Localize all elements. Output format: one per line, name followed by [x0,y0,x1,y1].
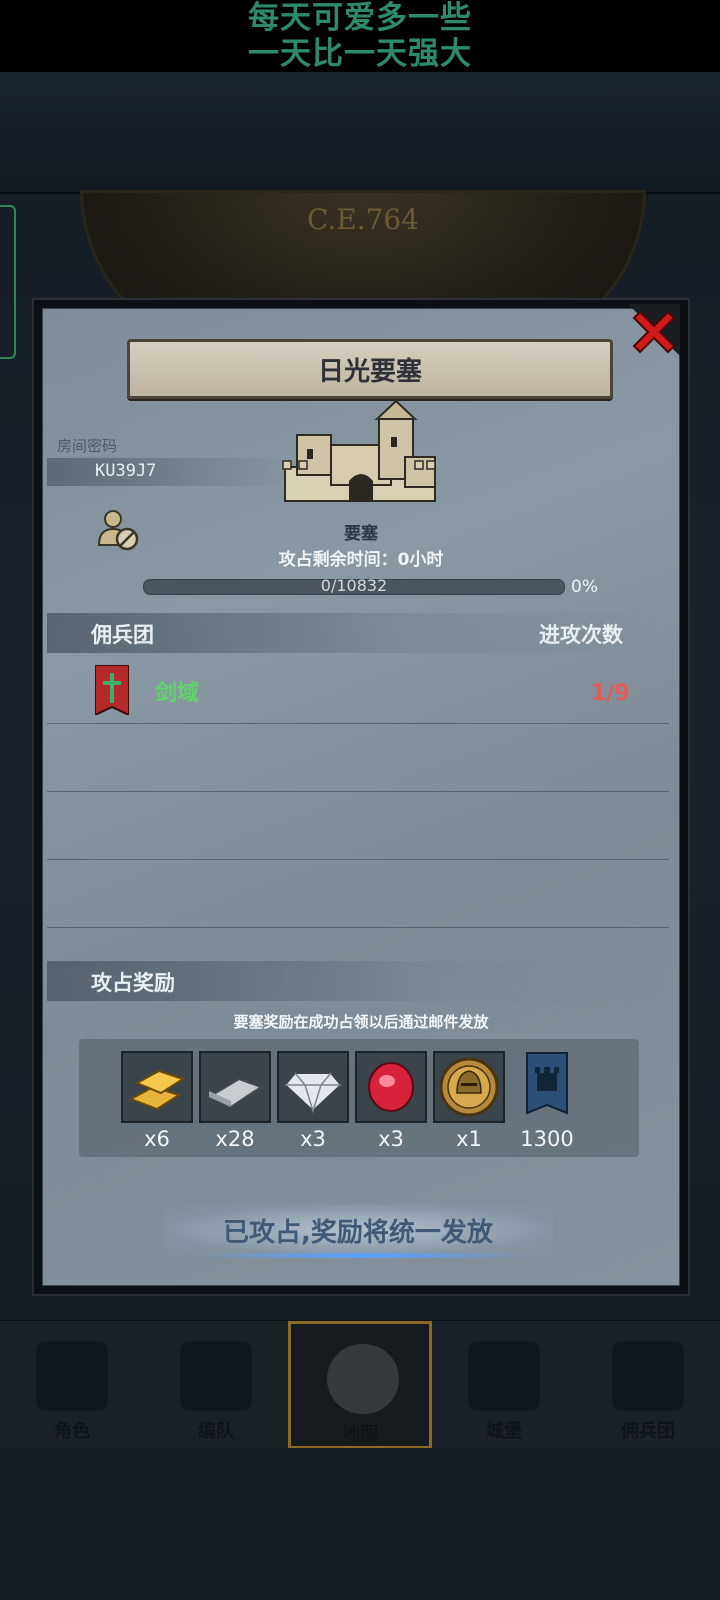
tab-label: 地图 [342,1424,378,1445]
room-code-strip [47,458,287,486]
reward-item: x3 [277,1051,349,1151]
attack-count-header: 进攻次数 [539,623,623,647]
reward-quantity: x6 [144,1127,170,1151]
tab-label: 城堡 [486,1421,522,1442]
castle-banner-icon[interactable] [511,1051,583,1123]
list-divider [47,791,669,792]
map-compass-icon [327,1344,399,1414]
bottom-navigation: 角色 编队 地图 城堡 佣兵团 [0,1320,720,1449]
room-password-value: KU39J7 [95,461,157,481]
ruby-icon[interactable] [355,1051,427,1123]
reward-quantity: x3 [378,1127,404,1151]
modal-title: 日光要塞 [317,356,422,387]
list-divider [47,927,669,928]
diamond-icon[interactable] [277,1051,349,1123]
reward-section-title: 攻占奖励 [91,971,175,995]
left-side-tab[interactable] [0,205,16,359]
fortress-type: 要塞 [344,524,378,544]
reward-item: x28 [199,1051,271,1151]
bottom-filler [0,1448,720,1600]
reward-note: 要塞奖励在成功占领以后通过邮件发放 [233,1013,489,1031]
reward-item: x6 [121,1051,193,1151]
helmet-coin-icon[interactable] [433,1051,505,1123]
tab-character[interactable]: 角色 [0,1321,144,1449]
capture-progress-text: 0/10832 [320,576,388,595]
castle-icon [468,1341,540,1411]
fortress-modal: 日光要塞 房间密码 KU39J7 要塞 攻占剩余时间：0小时 0/10832 0… [32,298,690,1296]
tab-formation[interactable]: 编队 [144,1321,288,1449]
reward-panel: x6 x28 x3 x3 x1 1300 [79,1039,639,1157]
fortress-castle-icon [282,399,436,502]
tab-castle[interactable]: 城堡 [432,1321,576,1449]
modal-panel: 日光要塞 房间密码 KU39J7 要塞 攻占剩余时间：0小时 0/10832 0… [42,308,680,1286]
mercenary-section-title: 佣兵团 [91,623,154,647]
reward-quantity: x3 [300,1127,326,1151]
reward-item: x1 [433,1051,505,1151]
knight-icon [36,1341,108,1411]
mercenary-name[interactable]: 剑域 [155,675,199,707]
overlay-line-1: 每天可爱多一些 [248,0,472,36]
mercenary-banner-icon[interactable] [95,665,129,715]
list-divider [47,723,669,724]
gold-bar-icon[interactable] [121,1051,193,1123]
overlay-line-2: 一天比一天强大 [248,36,472,72]
title-plate: 日光要塞 [127,339,613,399]
helmet-icon [180,1341,252,1411]
room-password-label: 房间密码 [57,437,118,455]
capture-progress-percent: 0% [571,577,598,597]
tab-label: 编队 [198,1421,234,1442]
claim-status-label: 已攻占,奖励将统一发放 [223,1217,493,1248]
reward-quantity: 1300 [520,1127,574,1151]
tab-label: 角色 [54,1421,90,1442]
top-overlay-banner: 每天可爱多一些 一天比一天强大 [0,0,720,72]
capture-time-remaining: 攻占剩余时间：0小时 [278,550,444,570]
reward-item: 1300 [511,1051,583,1151]
list-divider [47,859,669,860]
tab-label: 佣兵团 [621,1421,675,1442]
tab-map[interactable]: 地图 [288,1321,432,1449]
capture-progress-bar: 0/10832 [143,576,565,595]
era-year: C.E.764 [306,203,420,236]
attack-count-value: 1/9 [591,681,630,706]
close-icon[interactable] [628,304,680,356]
reward-item: x3 [355,1051,427,1151]
reward-quantity: x1 [456,1127,482,1151]
claim-glow-line [193,1253,533,1258]
tab-mercenary[interactable]: 佣兵团 [576,1321,720,1449]
mercenary-ship-icon [612,1341,684,1411]
header-band [0,72,720,194]
reward-quantity: x28 [215,1127,255,1151]
claim-status-button[interactable]: 已攻占,奖励将统一发放 [163,1204,553,1256]
iron-bar-icon[interactable] [199,1051,271,1123]
